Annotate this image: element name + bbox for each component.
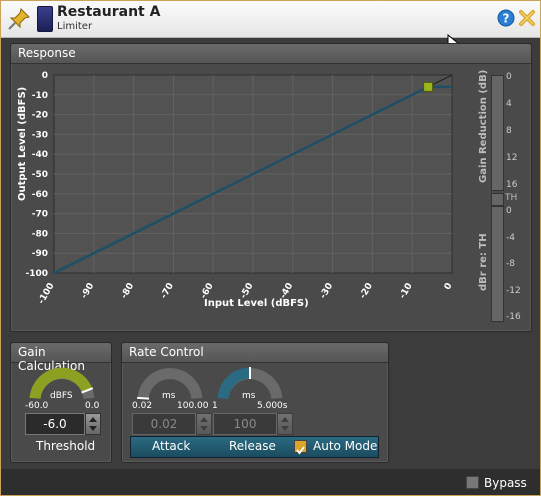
dbr-label: dBr re: TH (478, 233, 489, 291)
x-tick-label: -20 (358, 282, 375, 301)
y-tick-label: -30 (32, 130, 48, 140)
auto-mode-checkbox[interactable] (294, 440, 307, 455)
attack-max: 100.00 (177, 401, 209, 411)
gain-reduction-tick: 16 (506, 180, 518, 190)
bypass-checkbox[interactable] (466, 476, 479, 489)
gain-reduction-tick: 12 (506, 153, 518, 163)
auto-mode-label: Auto Mode (313, 439, 378, 453)
x-tick-label: 0 (443, 282, 455, 292)
release-min: 1 (212, 401, 218, 411)
gain-reduction-tick: 4 (506, 99, 512, 109)
threshold-spinner[interactable] (85, 413, 101, 435)
rate-control-title: Rate Control (129, 345, 204, 359)
y-tick-label: -40 (32, 150, 48, 160)
spinner-arrows-icon (281, 417, 289, 431)
x-tick-label: -70 (159, 282, 176, 301)
dbr-tick: -4 (506, 232, 515, 243)
dbr-tick: -16 (506, 312, 521, 322)
dbr-tick: 0 (506, 206, 512, 216)
checkmark-icon (296, 446, 305, 455)
attack-knob-pointer (137, 396, 150, 400)
x-tick-label: -100 (37, 282, 57, 307)
y-tick-label: -70 (32, 210, 48, 220)
spinner-arrows-icon (89, 417, 97, 431)
y-tick-label: 0 (42, 71, 48, 81)
threshold-min: -60.0 (25, 401, 49, 411)
gain-reduction-tick: 8 (506, 126, 512, 136)
x-tick-label: -80 (119, 282, 136, 301)
th-indicator (491, 193, 504, 206)
threshold-handle[interactable] (423, 81, 434, 92)
y-axis-label: Output Level (dBFS) (17, 86, 28, 201)
x-axis-label: Input Level (dBFS) (204, 298, 309, 309)
spinner-arrows-icon (200, 417, 208, 431)
release-spinner[interactable] (277, 413, 293, 435)
y-tick-label: -90 (32, 249, 48, 259)
y-tick-label: -100 (25, 269, 48, 279)
limiter-window: Restaurant A Limiter ? Response -100 -90-… (0, 0, 541, 496)
attack-label: Attack (152, 439, 191, 453)
x-tick-label: -30 (318, 282, 335, 301)
dbr-tick: -8 (506, 259, 515, 269)
gain-reduction-meter (491, 75, 504, 191)
y-tick-label: -50 (32, 170, 48, 180)
y-tick-label: -20 (32, 111, 48, 121)
bottom-bar: Bypass (1, 469, 540, 495)
x-tick-label: -90 (80, 282, 97, 301)
threshold-input[interactable]: -6.0 (25, 413, 85, 435)
rate-control-header: Rate Control (122, 343, 388, 363)
release-input[interactable]: 100 (213, 413, 277, 435)
th-label: TH (505, 193, 518, 203)
x-tick-label: -10 (398, 282, 415, 301)
threshold-label: Threshold (36, 439, 96, 453)
release-label: Release (229, 439, 276, 453)
dbr-meter (491, 206, 504, 322)
attack-spinner[interactable] (196, 413, 212, 435)
threshold-unit: dBFS (50, 391, 73, 401)
attack-min: 0.02 (132, 401, 153, 411)
bypass-label: Bypass (484, 476, 527, 490)
y-tick-label: -80 (32, 229, 48, 239)
gain-calculation-header: Gain Calculation (11, 343, 111, 373)
attack-input[interactable]: 0.02 (132, 413, 196, 435)
threshold-max: 0.0 (85, 401, 100, 411)
gain-reduction-label: Gain Reduction (dB) (478, 69, 489, 183)
dbr-tick: -12 (506, 285, 521, 296)
y-tick-label: -10 (32, 91, 48, 101)
attack-unit: ms (162, 391, 176, 401)
gain-reduction-tick: 0 (506, 72, 512, 82)
release-max: 5.000s (257, 401, 288, 411)
y-tick-label: -60 (32, 190, 48, 200)
release-unit: ms (242, 391, 256, 401)
